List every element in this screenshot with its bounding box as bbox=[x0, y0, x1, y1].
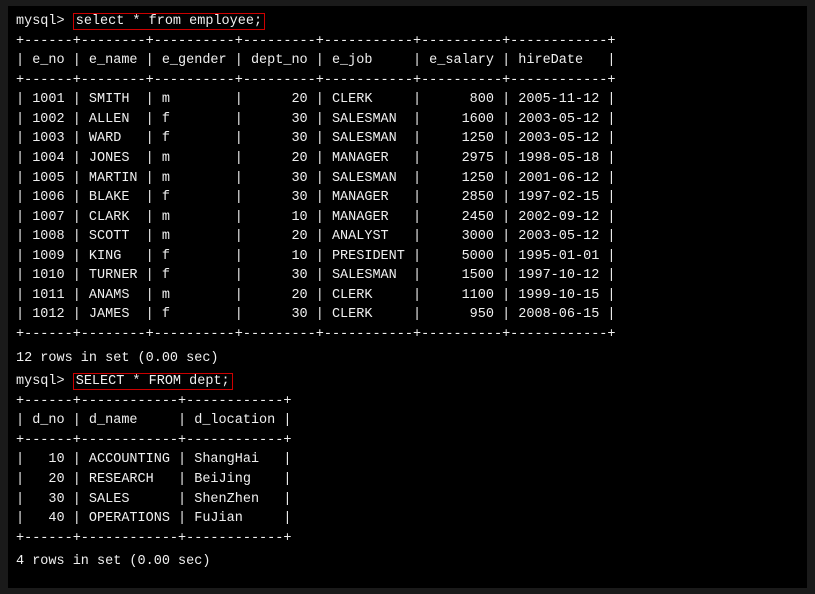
table2-separator-bot: +------+------------+------------+ bbox=[16, 529, 799, 549]
table-row: | 1012 | JAMES | f | 30 | CLERK | 950 | … bbox=[16, 305, 799, 325]
sql1-box: select * from employee; bbox=[73, 13, 265, 30]
query1-line: mysql> select * from employee; bbox=[16, 12, 799, 32]
table2-rows: | 10 | ACCOUNTING | ShangHai || 20 | RES… bbox=[16, 450, 799, 528]
table-row: | 1001 | SMITH | m | 20 | CLERK | 800 | … bbox=[16, 90, 799, 110]
table1-header: | e_no | e_name | e_gender | dept_no | e… bbox=[16, 51, 799, 71]
table-row: | 1010 | TURNER | f | 30 | SALESMAN | 15… bbox=[16, 266, 799, 286]
table-row: | 1007 | CLARK | m | 10 | MANAGER | 2450… bbox=[16, 208, 799, 228]
prompt2: mysql> bbox=[16, 374, 73, 389]
table-row: | 1006 | BLAKE | f | 30 | MANAGER | 2850… bbox=[16, 188, 799, 208]
table2-separator-mid: +------+------------+------------+ bbox=[16, 431, 799, 451]
table-row: | 1009 | KING | f | 10 | PRESIDENT | 500… bbox=[16, 247, 799, 267]
prompt1: mysql> bbox=[16, 14, 73, 29]
table2-separator-top: +------+------------+------------+ bbox=[16, 392, 799, 412]
table-row: | 1008 | SCOTT | m | 20 | ANALYST | 3000… bbox=[16, 227, 799, 247]
table-row: | 10 | ACCOUNTING | ShangHai | bbox=[16, 450, 799, 470]
table1-separator-mid: +------+--------+----------+---------+--… bbox=[16, 71, 799, 91]
table-row: | 30 | SALES | ShenZhen | bbox=[16, 490, 799, 510]
table-row: | 1005 | MARTIN | m | 30 | SALESMAN | 12… bbox=[16, 169, 799, 189]
table-row: | 1002 | ALLEN | f | 30 | SALESMAN | 160… bbox=[16, 110, 799, 130]
table1-rows: | 1001 | SMITH | m | 20 | CLERK | 800 | … bbox=[16, 90, 799, 325]
table-row: | 1004 | JONES | m | 20 | MANAGER | 2975… bbox=[16, 149, 799, 169]
table-row: | 1011 | ANAMS | m | 20 | CLERK | 1100 |… bbox=[16, 286, 799, 306]
table-row: | 40 | OPERATIONS | FuJian | bbox=[16, 509, 799, 529]
query2-line: mysql> SELECT * FROM dept; bbox=[16, 372, 799, 392]
table1-separator-bot: +------+--------+----------+---------+--… bbox=[16, 325, 799, 345]
sql2-box: SELECT * FROM dept; bbox=[73, 373, 233, 390]
table-row: | 20 | RESEARCH | BeiJing | bbox=[16, 470, 799, 490]
table-row: | 1003 | WARD | f | 30 | SALESMAN | 1250… bbox=[16, 129, 799, 149]
table2-header: | d_no | d_name | d_location | bbox=[16, 411, 799, 431]
result1: 12 rows in set (0.00 sec) bbox=[16, 349, 799, 369]
terminal: mysql> select * from employee; +------+-… bbox=[8, 6, 807, 588]
table1-separator-top: +------+--------+----------+---------+--… bbox=[16, 32, 799, 52]
result2: 4 rows in set (0.00 sec) bbox=[16, 552, 799, 572]
